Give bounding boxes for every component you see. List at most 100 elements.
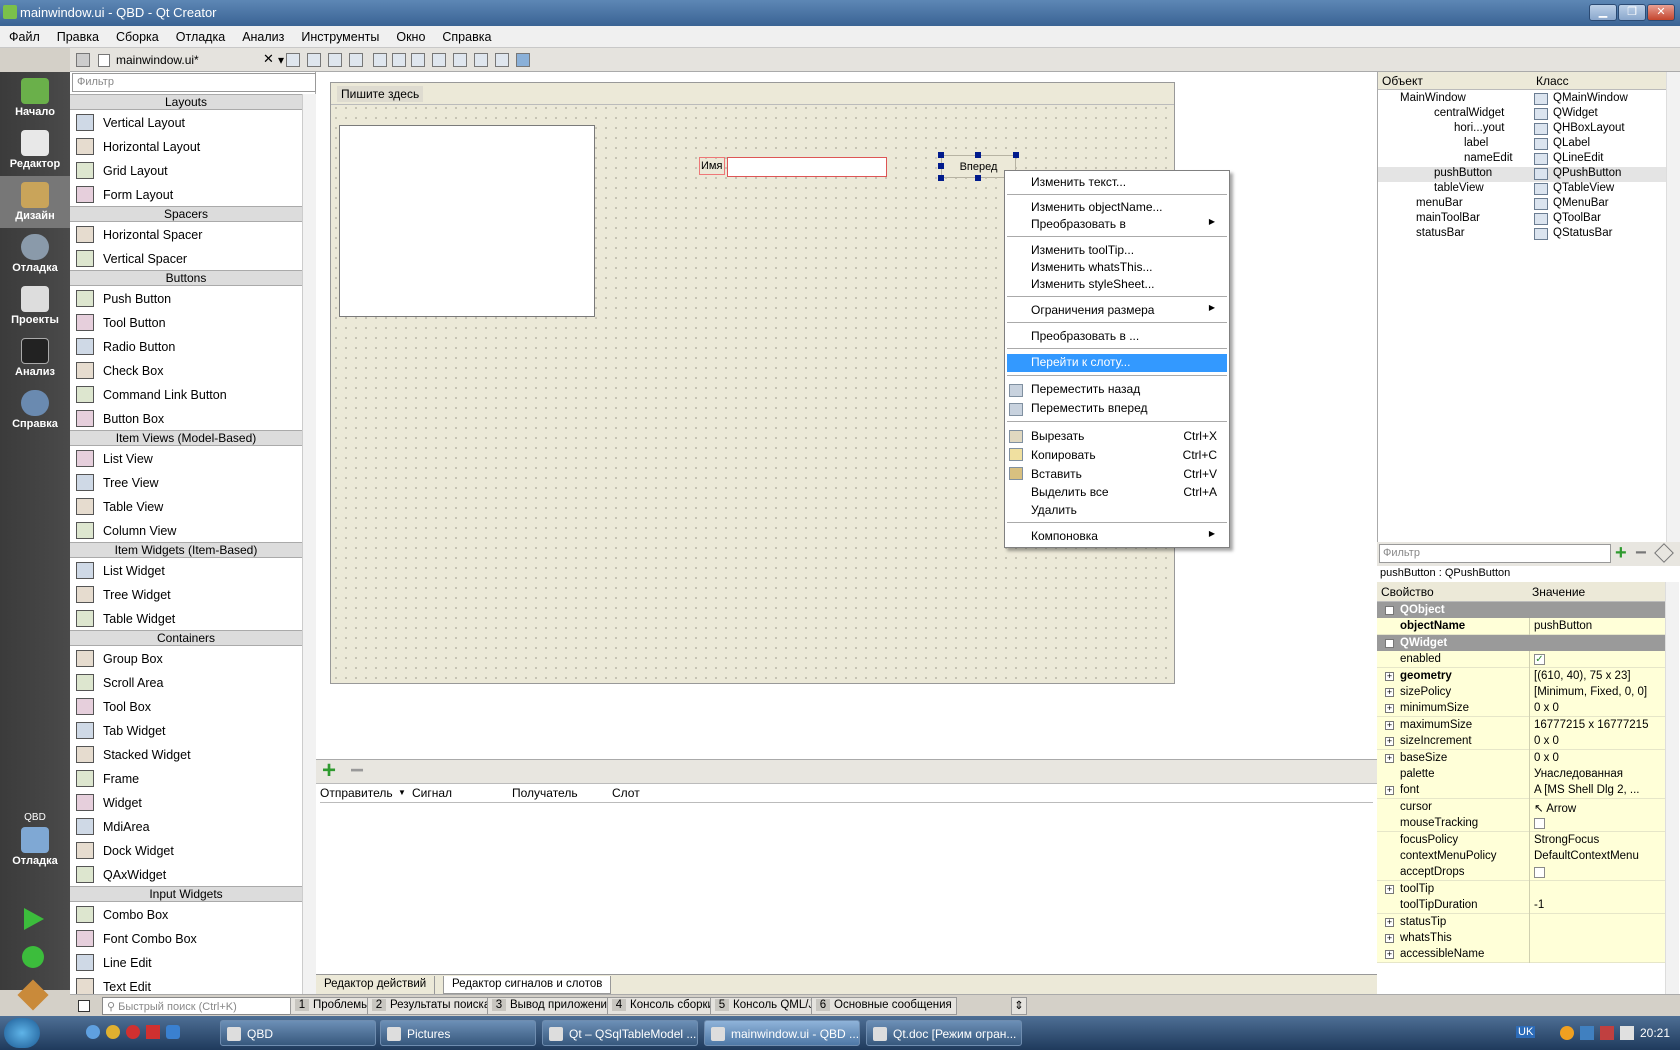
property-value[interactable]: StrongFocus — [1529, 831, 1665, 849]
property-row[interactable]: + sizePolicy [Minimum, Fixed, 0, 0] — [1377, 684, 1665, 701]
object-inspector-scrollbar[interactable] — [1666, 72, 1680, 542]
property-row[interactable]: + minimumSize 0 x 0 — [1377, 700, 1665, 718]
category-header[interactable]: Layouts — [70, 94, 302, 110]
build-hammer-icon[interactable] — [17, 979, 49, 1011]
menu-edit-stylesheet[interactable]: Изменить styleSheet... — [1031, 277, 1227, 294]
property-value[interactable]: DefaultContextMenu — [1529, 848, 1665, 865]
property-value[interactable] — [1529, 815, 1665, 833]
menu-select-all[interactable]: Выделить все Ctrl+A — [1031, 485, 1227, 502]
pane-scroll-icon[interactable]: ⇕ — [1011, 997, 1027, 1015]
widget-item[interactable]: Tool Button — [70, 310, 302, 334]
form-tableview[interactable] — [339, 125, 595, 317]
property-value[interactable]: 0 x 0 — [1529, 700, 1665, 718]
menu-build[interactable]: Сборка — [107, 26, 167, 44]
property-value[interactable]: Унаследованная — [1529, 766, 1665, 783]
widget-item[interactable]: Vertical Layout — [70, 110, 302, 134]
media-icon[interactable] — [166, 1025, 180, 1039]
property-value[interactable]: [Minimum, Fixed, 0, 0] — [1529, 684, 1665, 701]
property-row[interactable]: toolTipDuration -1 — [1377, 897, 1665, 915]
expand-icon[interactable]: + — [1385, 688, 1394, 697]
taskbar-button[interactable]: Pictures — [380, 1020, 536, 1046]
property-row[interactable]: mouseTracking — [1377, 815, 1665, 833]
widget-item[interactable]: Tool Box — [70, 694, 302, 718]
debug-run-icon[interactable] — [22, 946, 44, 968]
widget-box-scrollbar[interactable] — [302, 94, 316, 994]
layout-grid-icon[interactable] — [474, 53, 488, 67]
widget-item[interactable]: Stacked Widget — [70, 742, 302, 766]
layout-v-splitter-icon[interactable] — [432, 53, 446, 67]
property-value[interactable] — [1529, 913, 1665, 931]
layout-form-icon[interactable] — [453, 53, 467, 67]
layout-vertical-icon[interactable] — [392, 53, 406, 67]
col-receiver[interactable]: Получатель — [512, 786, 578, 800]
property-row[interactable]: enabled ✓ — [1377, 651, 1665, 669]
property-row[interactable]: + statusTip — [1377, 913, 1665, 931]
widget-item[interactable]: Vertical Spacer — [70, 246, 302, 270]
property-value[interactable] — [1529, 880, 1665, 898]
output-pane-button[interactable]: 4 Консоль сборки — [607, 997, 719, 1015]
expand-icon[interactable]: + — [1385, 786, 1394, 796]
widget-item[interactable]: Table Widget — [70, 606, 302, 630]
widget-item[interactable]: Button Box — [70, 406, 302, 430]
category-header[interactable]: Input Widgets — [70, 886, 302, 902]
mode-welcome[interactable]: Начало — [0, 72, 70, 124]
output-pane-button[interactable]: 3 Вывод приложения — [487, 997, 619, 1015]
volume-icon[interactable] — [1620, 1026, 1634, 1040]
mode-design[interactable]: Дизайн — [0, 176, 70, 228]
tab-action-editor[interactable]: Редактор действий — [316, 976, 436, 994]
taskbar-button[interactable]: QBD — [220, 1020, 376, 1046]
menu-edit-tooltip[interactable]: Изменить toolTip... — [1031, 243, 1227, 260]
adjust-size-icon[interactable] — [516, 53, 530, 67]
selection-handle[interactable] — [975, 175, 981, 181]
menu-send-back[interactable]: Переместить назад — [1031, 382, 1227, 399]
selection-handle[interactable] — [1013, 152, 1019, 158]
output-pane-button[interactable]: 1 Проблемы — [290, 997, 375, 1015]
widget-item[interactable]: Frame — [70, 766, 302, 790]
object-tree-row[interactable]: hori...yout QHBoxLayout — [1378, 122, 1666, 137]
expand-icon[interactable]: + — [1385, 720, 1394, 730]
widget-item[interactable]: List Widget — [70, 558, 302, 582]
app-icon[interactable] — [146, 1025, 160, 1039]
widget-item[interactable]: Tree View — [70, 470, 302, 494]
property-value[interactable]: 16777215 x 16777215 — [1529, 716, 1665, 734]
property-group[interactable]: − QObject — [1377, 602, 1665, 619]
layout-h-splitter-icon[interactable] — [411, 53, 425, 67]
opera-icon[interactable] — [126, 1025, 140, 1039]
object-tree-row[interactable]: MainWindow QMainWindow — [1378, 92, 1666, 107]
widget-item[interactable]: Radio Button — [70, 334, 302, 358]
checkbox[interactable] — [1534, 817, 1545, 829]
object-tree-row[interactable]: nameEdit QLineEdit — [1378, 152, 1666, 167]
expand-icon[interactable]: + — [1385, 704, 1394, 714]
selection-handle[interactable] — [938, 163, 944, 169]
menu-debug[interactable]: Отладка — [167, 26, 233, 44]
property-value[interactable]: 0 x 0 — [1529, 733, 1665, 751]
property-row[interactable]: + whatsThis — [1377, 930, 1665, 947]
mode-analyze[interactable]: Анализ — [0, 332, 70, 384]
property-value[interactable] — [1529, 864, 1665, 882]
taskbar-button[interactable]: Qt.doc [Режим огран... — [866, 1020, 1022, 1046]
col-object[interactable]: Объект — [1382, 74, 1423, 88]
object-tree-row[interactable]: centralWidget QWidget — [1378, 107, 1666, 122]
object-tree-row[interactable]: tableView QTableView — [1378, 182, 1666, 197]
widget-item[interactable]: Column View — [70, 518, 302, 542]
selection-handle[interactable] — [938, 175, 944, 181]
tab-signal-slot-editor[interactable]: Редактор сигналов и слотов — [443, 976, 612, 994]
collapse-icon[interactable]: − — [1385, 606, 1394, 615]
clock[interactable]: 20:21 — [1640, 1026, 1670, 1040]
property-group[interactable]: − QWidget — [1377, 634, 1665, 652]
remove-connection-icon[interactable]: − — [350, 757, 364, 785]
widget-item[interactable]: Tab Widget — [70, 718, 302, 742]
run-icon[interactable] — [24, 908, 44, 930]
widget-item[interactable]: Push Button — [70, 286, 302, 310]
mode-projects[interactable]: Проекты — [0, 280, 70, 332]
col-class[interactable]: Класс — [1536, 74, 1569, 88]
language-indicator[interactable]: UK — [1516, 1026, 1536, 1038]
wrench-icon[interactable] — [1654, 543, 1674, 563]
target-selector[interactable]: QBD Отладка — [0, 812, 70, 884]
widget-item[interactable]: Font Combo Box — [70, 926, 302, 950]
widget-item[interactable]: Grid Layout — [70, 158, 302, 182]
property-row[interactable]: palette Унаследованная — [1377, 766, 1665, 783]
chevron-down-icon[interactable]: ▾ — [278, 53, 284, 67]
col-slot[interactable]: Слот — [612, 786, 640, 800]
form-label[interactable]: Имя — [699, 157, 725, 175]
